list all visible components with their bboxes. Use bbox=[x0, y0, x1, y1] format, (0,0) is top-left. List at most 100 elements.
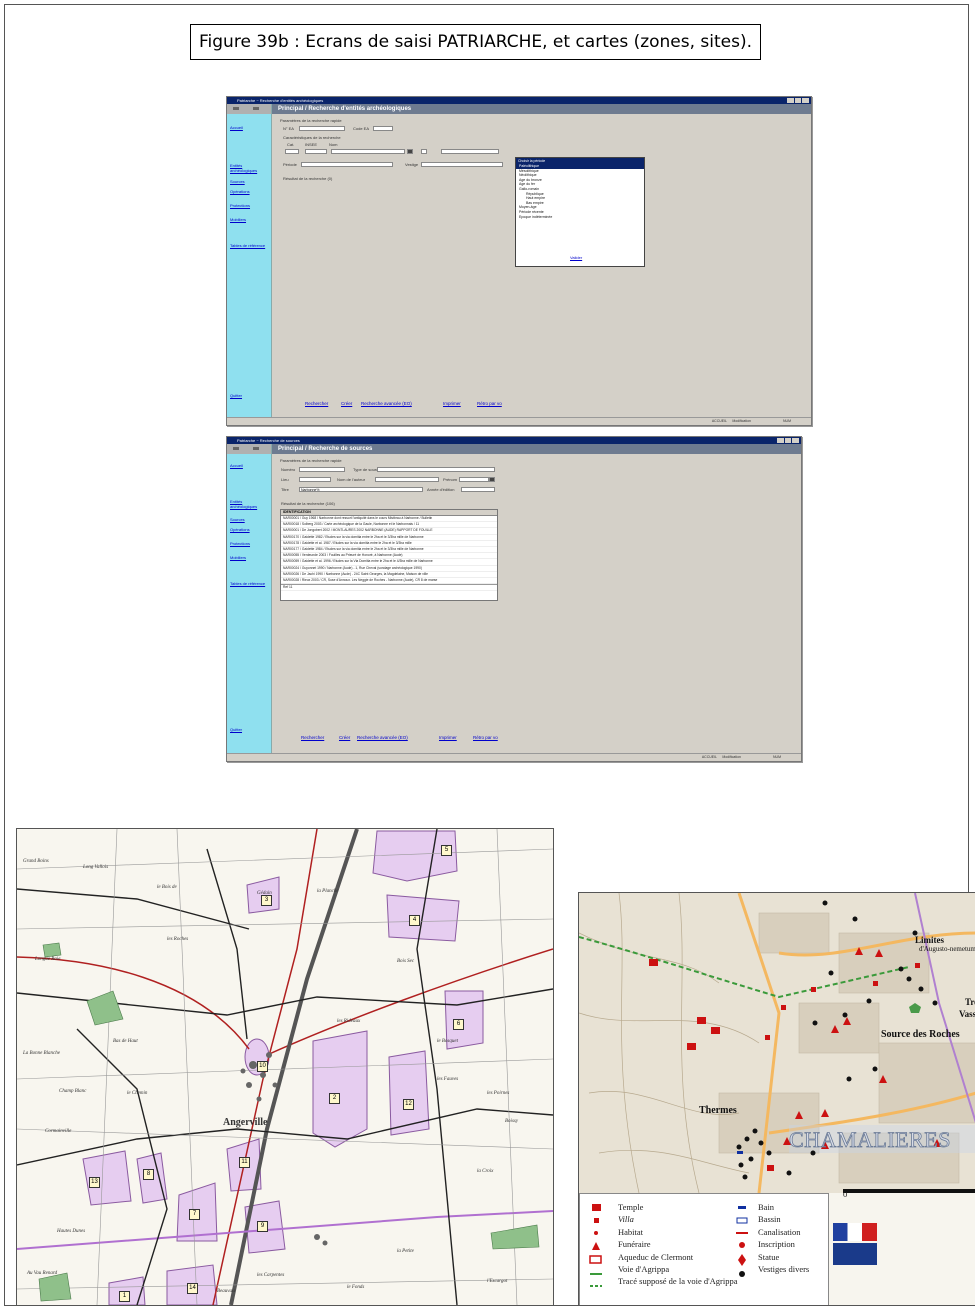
patriarche-window-sources: Patriarche ~ Recherche de sources Accuei… bbox=[226, 436, 802, 762]
binoculars-icon[interactable] bbox=[489, 477, 495, 482]
footer-retro[interactable]: Rétro par vo bbox=[473, 735, 498, 740]
auteur-input[interactable] bbox=[375, 477, 439, 482]
popup-list[interactable]: Paléolithique Mésolithique Néolithique Age … bbox=[516, 164, 644, 219]
ministry-logo bbox=[833, 1223, 877, 1279]
prenom-label: Prénom bbox=[443, 477, 458, 482]
valider-button[interactable]: Valider bbox=[570, 255, 582, 260]
nav-tables[interactable]: Tables de référence bbox=[230, 581, 266, 586]
map-place-label: le Chemin bbox=[127, 1091, 148, 1096]
footer-recherche-avancee[interactable]: Recherche avancée (EO) bbox=[357, 735, 408, 740]
numero-input[interactable] bbox=[299, 467, 345, 472]
list-input[interactable] bbox=[441, 149, 499, 154]
nav-sources[interactable]: Sources bbox=[230, 179, 245, 184]
nav-operations[interactable]: Opérations bbox=[230, 527, 250, 532]
nav-accueil[interactable]: Accueil bbox=[230, 125, 243, 130]
params-label: Paramètres de la recherche rapide bbox=[280, 118, 342, 123]
checkbox[interactable] bbox=[421, 149, 427, 154]
status-edit: Modification bbox=[722, 755, 741, 759]
scale-zero: 0 bbox=[843, 1189, 848, 1199]
insee-input[interactable] bbox=[305, 149, 327, 154]
status-edit: Modification bbox=[732, 419, 751, 423]
result-label: Résultat de la recherche (0) bbox=[283, 176, 333, 181]
legend-item: Habitat bbox=[618, 1226, 644, 1237]
map-place-label: la Petite bbox=[397, 1249, 414, 1254]
periode-select[interactable] bbox=[301, 162, 393, 167]
nav-entites[interactable]: Entités archéologiques bbox=[230, 163, 270, 173]
auteur-label: Nom de l'auteur bbox=[337, 477, 366, 482]
map-place-label: Beauvais bbox=[217, 1289, 236, 1294]
map-place-label: l'Escargot bbox=[487, 1279, 508, 1284]
zone-number-badge: 12 bbox=[403, 1099, 414, 1110]
periode-popup[interactable]: Choisir la période Paléolithique Mésolith… bbox=[515, 157, 645, 267]
sidebar bbox=[227, 444, 272, 754]
window-controls[interactable] bbox=[787, 98, 810, 103]
figure-title: Figure 39b : Ecrans de saisi PATRIARCHE,… bbox=[190, 24, 762, 60]
nav-entites[interactable]: Entités archéologiques bbox=[230, 499, 270, 509]
limites-sub-label: d'Augusto-nemetum bbox=[919, 945, 975, 953]
footer-rechercher[interactable]: Rechercher bbox=[301, 735, 324, 740]
nav-quitter[interactable]: Quitter bbox=[230, 393, 242, 398]
map-place-label: Grand Boins bbox=[23, 859, 49, 864]
binoculars-icon[interactable] bbox=[407, 149, 413, 154]
table-body[interactable]: NAR00001 / Guy 1968 / Narbonne dont ress… bbox=[281, 516, 497, 585]
nav-sources[interactable]: Sources bbox=[230, 517, 245, 522]
legend-item: Temple bbox=[618, 1202, 644, 1212]
map-place-label: Bois Sec bbox=[397, 959, 415, 964]
map-place-label: La Bonne Blanche bbox=[23, 1051, 60, 1056]
nav-accueil[interactable]: Accueil bbox=[230, 463, 243, 468]
footer-creer[interactable]: Créer bbox=[339, 735, 350, 740]
cat-label: Cat. bbox=[287, 142, 295, 147]
map-place-label: Cormainville bbox=[45, 1129, 72, 1134]
patriarche-window-entites: Patriarche ~ Recherche d'entités archéol… bbox=[226, 96, 812, 426]
results-table[interactable]: IDENTIFICATION NAR00001 / Guy 1968 / Nar… bbox=[280, 509, 498, 601]
sidebar-toolbar bbox=[227, 104, 271, 114]
footer-rechercher[interactable]: Rechercher bbox=[305, 401, 328, 406]
map-place-label: les Carpentes bbox=[257, 1273, 285, 1278]
vestige-label: Vestige bbox=[405, 162, 419, 167]
titre-input[interactable]: Narbonne% bbox=[299, 487, 423, 492]
vestige-select[interactable] bbox=[421, 162, 503, 167]
footer-recherche-avancee[interactable]: Recherche avancée (EO) bbox=[361, 401, 412, 406]
zone-number-badge: 4 bbox=[409, 915, 420, 926]
lieu-input[interactable] bbox=[299, 477, 331, 482]
nav-tables[interactable]: Tables de référence bbox=[230, 243, 266, 248]
annee-input[interactable] bbox=[461, 487, 495, 492]
map-place-label: Longue Raie bbox=[35, 957, 61, 962]
nav-mobiliers[interactable]: Mobiliers bbox=[230, 555, 246, 560]
status-num: NUM bbox=[783, 419, 791, 423]
nav-protections[interactable]: Protections bbox=[230, 541, 250, 546]
zone-number-badge: 9 bbox=[257, 1221, 268, 1232]
footer-imprimer[interactable]: Imprimer bbox=[443, 401, 461, 406]
prenom-input[interactable] bbox=[459, 477, 489, 482]
code-ea-input[interactable] bbox=[373, 126, 393, 131]
window-controls[interactable] bbox=[777, 438, 800, 443]
page-header: Principal / Recherche de sources bbox=[272, 444, 801, 454]
map-place-label: Au Vau Renard bbox=[27, 1271, 58, 1276]
page-header: Principal / Recherche d'entités archéolo… bbox=[272, 104, 811, 114]
nav-protections[interactable]: Protections bbox=[230, 203, 250, 208]
popup-item[interactable]: Epoque indéterminée bbox=[516, 215, 644, 220]
legend-item: Villa bbox=[618, 1214, 634, 1225]
nav-mobiliers[interactable]: Mobiliers bbox=[230, 217, 246, 222]
zone-number-badge: 6 bbox=[453, 1019, 464, 1030]
nom-input[interactable] bbox=[331, 149, 405, 154]
result-label: Résultat de la recherche (106) bbox=[281, 501, 335, 506]
numero-label: Numéro bbox=[281, 467, 296, 472]
nav-operations[interactable]: Opérations bbox=[230, 189, 250, 194]
type-select[interactable] bbox=[377, 467, 495, 472]
annee-label: Année d'édition bbox=[427, 487, 455, 492]
map-place-label: Long Vallois bbox=[83, 865, 109, 870]
map-place-label: Bas de Haut bbox=[113, 1039, 138, 1044]
cat-input[interactable] bbox=[285, 149, 299, 154]
map-place-label: la Planche bbox=[317, 889, 339, 894]
footer-retro[interactable]: Rétro par vo bbox=[477, 401, 502, 406]
legend-item: Canalisation bbox=[758, 1226, 801, 1237]
map-place-label: les Fauves bbox=[437, 1077, 459, 1082]
zone-number-badge: 7 bbox=[189, 1209, 200, 1220]
num-ea-input[interactable] bbox=[299, 126, 345, 131]
footer-creer[interactable]: Créer bbox=[341, 401, 352, 406]
nav-quitter[interactable]: Quitter bbox=[230, 727, 242, 732]
sidebar-toolbar bbox=[227, 444, 271, 454]
footer-imprimer[interactable]: Imprimer bbox=[439, 735, 457, 740]
legend-item: Vestiges divers bbox=[758, 1264, 810, 1274]
